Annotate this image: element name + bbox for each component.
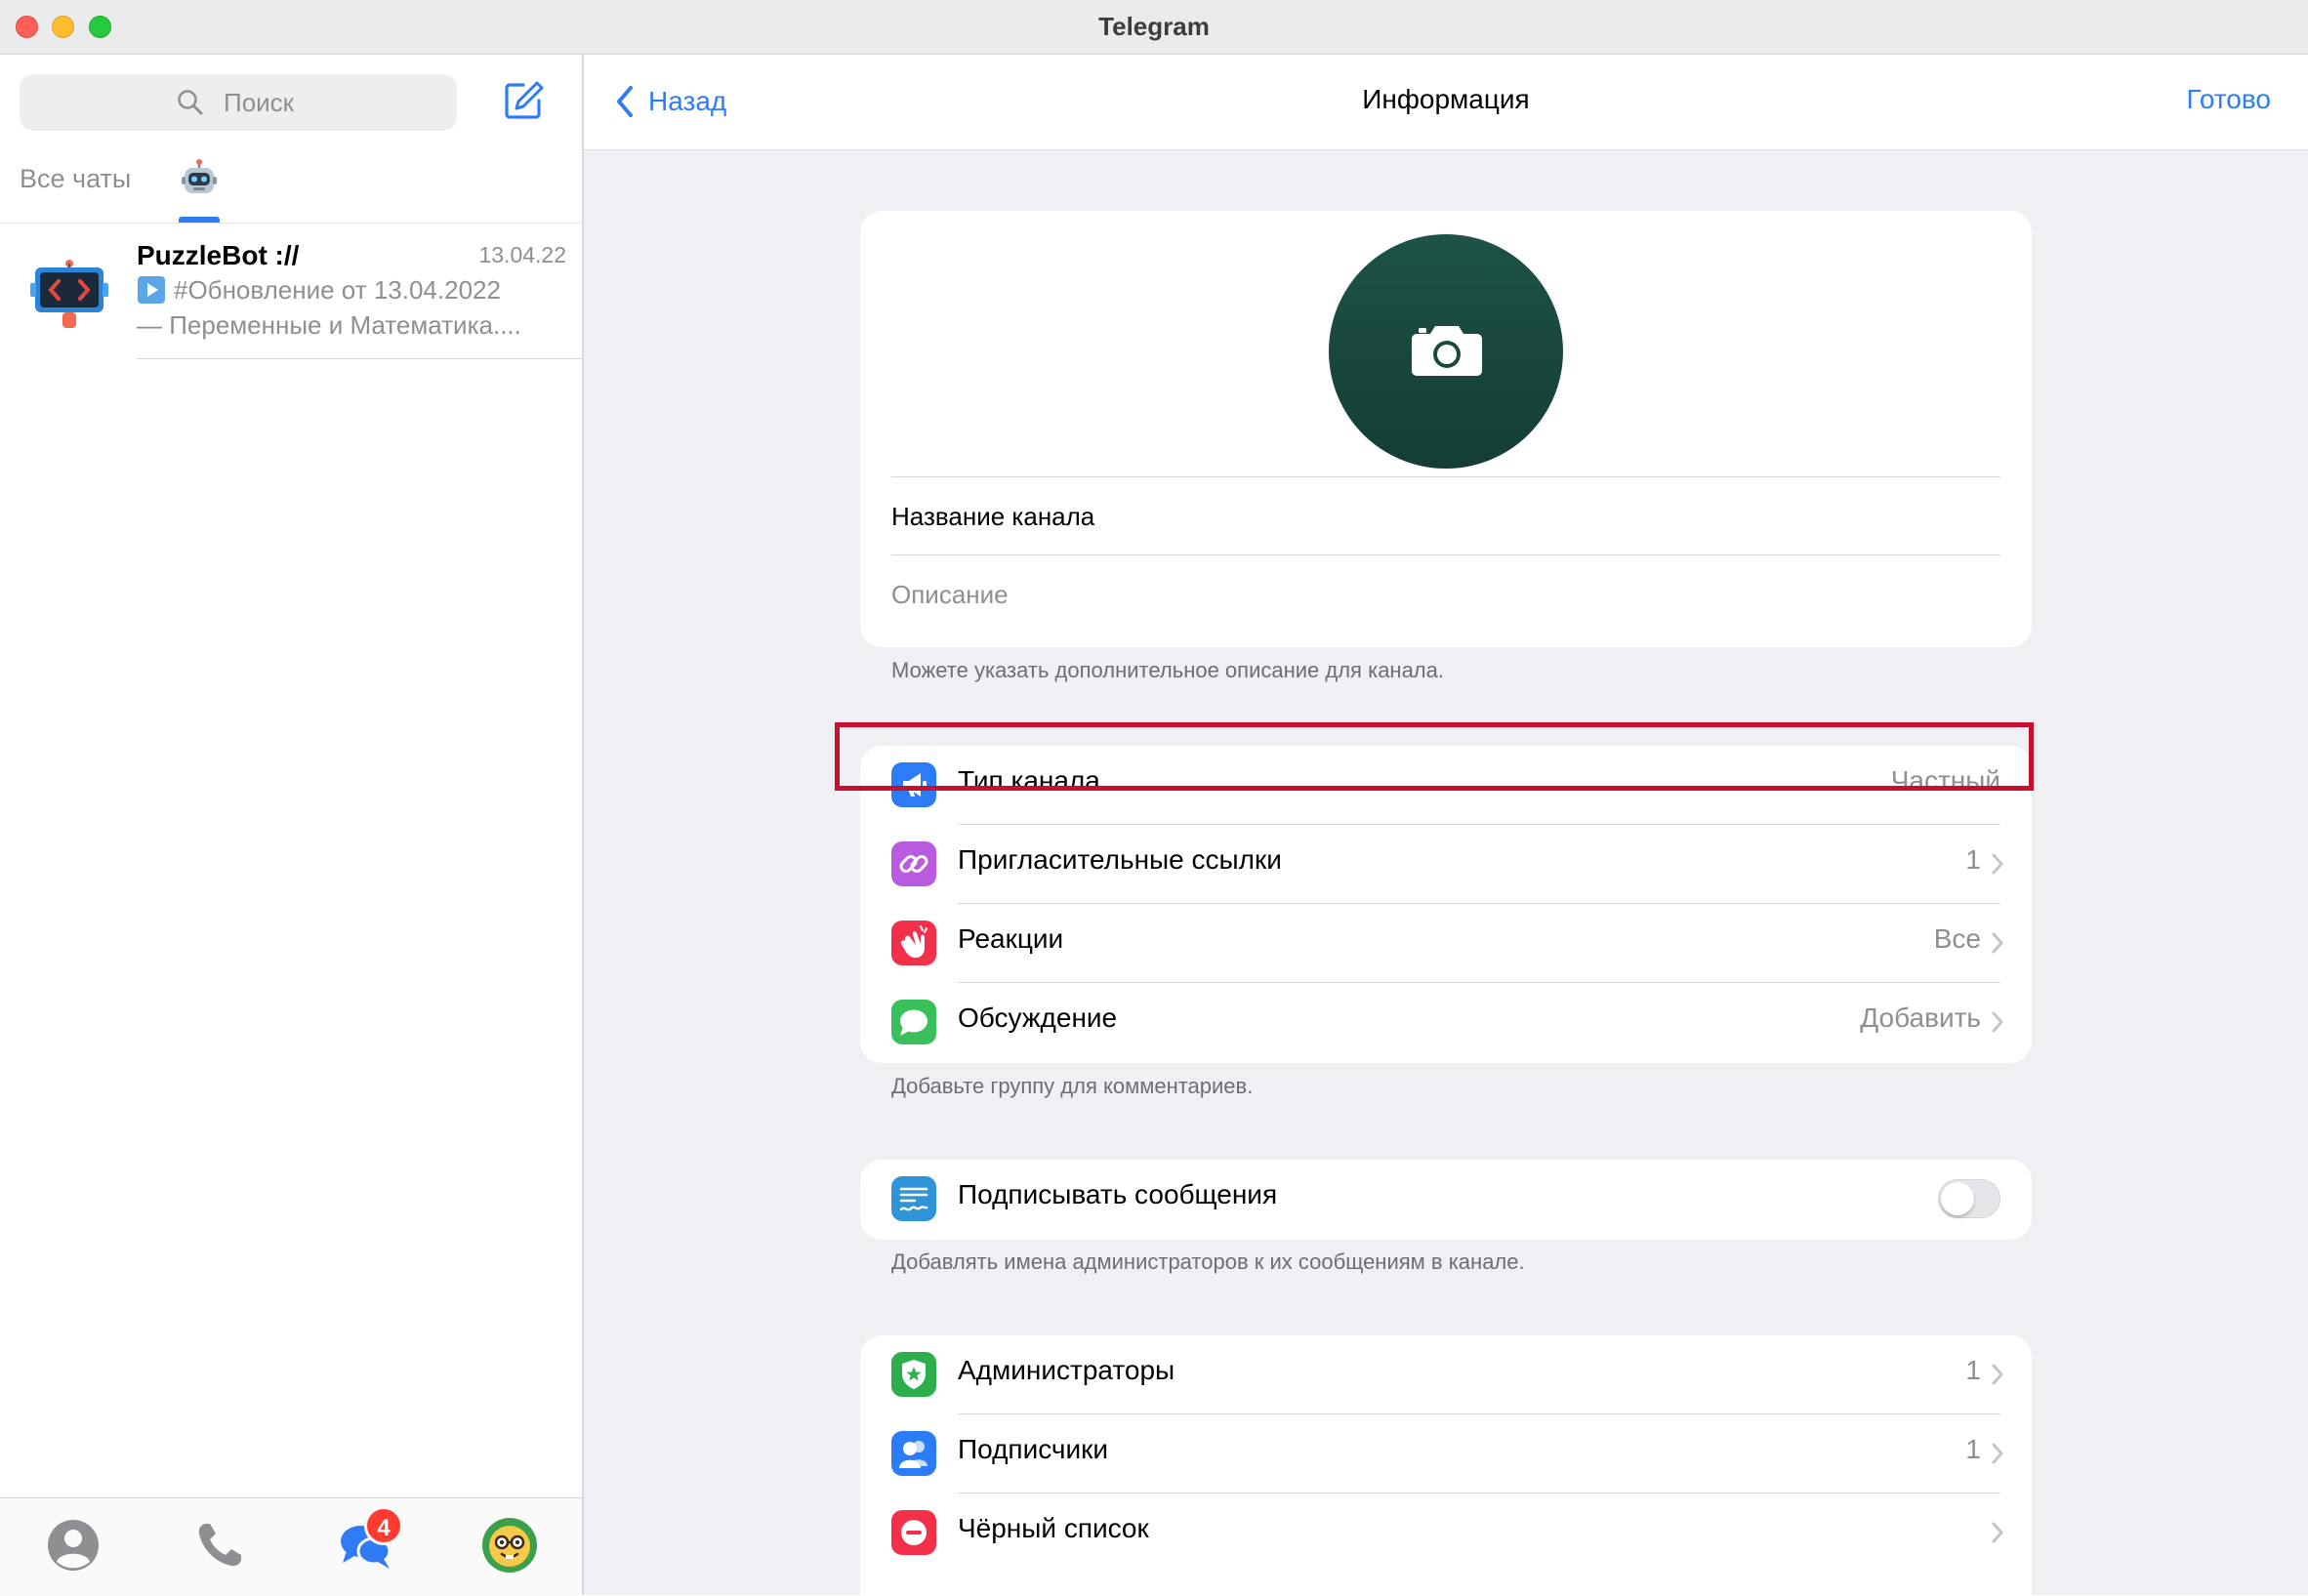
tab-all-chats[interactable]: Все чаты xyxy=(20,164,131,194)
subscribers-row[interactable]: Подписчики 1 xyxy=(860,1414,2032,1494)
camera-icon xyxy=(1412,326,1482,376)
sign-messages-row[interactable]: Подписывать сообщения xyxy=(860,1160,2032,1239)
compose-icon[interactable] xyxy=(502,79,545,122)
reactions-value: Все xyxy=(1933,923,1981,954)
toggle-knob xyxy=(1941,1182,1974,1215)
chat-name: PuzzleBot :// xyxy=(137,240,300,270)
unread-badge: 4 xyxy=(364,1506,403,1545)
chevron-right-icon xyxy=(1992,932,2003,954)
channel-type-row[interactable]: Тип канала Частный xyxy=(860,746,2032,825)
reactions-row[interactable]: Реакции Все xyxy=(860,904,2032,983)
search-input[interactable]: Поиск xyxy=(20,74,457,131)
robot-emoji-icon[interactable] xyxy=(179,158,220,199)
channel-settings-card: Тип канала Частный Пригласительные ссылк… xyxy=(860,746,2032,1063)
search-icon xyxy=(178,90,203,115)
clap-icon xyxy=(891,921,936,965)
speech-bubble-icon xyxy=(891,1000,936,1044)
sign-messages-toggle[interactable] xyxy=(1938,1179,2000,1218)
channel-name-field[interactable]: Название канала xyxy=(891,476,2000,555)
bottom-tab-bar: 4 xyxy=(0,1497,582,1596)
sidebar: Поиск Все чаты PuzzleBot:// 13.04.22 #О… xyxy=(0,55,584,1596)
search-placeholder: Поиск xyxy=(224,88,295,117)
calls-icon[interactable] xyxy=(190,1516,249,1575)
megaphone-icon xyxy=(891,762,936,807)
set-photo-button[interactable] xyxy=(1329,234,1563,469)
link-icon xyxy=(891,841,936,886)
page-title: Информация xyxy=(1362,84,1530,114)
administrators-count: 1 xyxy=(1965,1355,1981,1385)
description-field[interactable]: Описание xyxy=(891,554,2000,634)
puzzlebot-avatar xyxy=(30,260,108,328)
chat-preview-line-2: — Переменные и Математика.... xyxy=(137,310,521,340)
signature-icon xyxy=(891,1176,936,1221)
channel-profile-card: Название канала Описание xyxy=(860,211,2032,647)
window-title: Telegram xyxy=(1098,12,1210,41)
minus-circle-icon xyxy=(891,1510,936,1555)
subscribers-label: Подписчики xyxy=(958,1434,1109,1464)
chevron-right-icon xyxy=(1992,1364,2003,1385)
channel-type-label: Тип канала xyxy=(958,765,1100,796)
chat-preview-text-1: #Обновление от 13.04.2022 xyxy=(174,275,501,305)
invite-links-label: Пригласительные ссылки xyxy=(958,844,1282,875)
video-preview-icon xyxy=(138,276,165,304)
chevron-right-icon xyxy=(1992,1443,2003,1464)
window-titlebar: Telegram xyxy=(0,0,2308,55)
blacklist-label: Чёрный список xyxy=(958,1513,1149,1543)
discussion-hint: Добавьте группу для комментариев. xyxy=(891,1074,1254,1098)
chat-folder-tabs: Все чаты xyxy=(0,152,582,224)
discussion-row[interactable]: Обсуждение Добавить xyxy=(860,983,2032,1062)
discussion-label: Обсуждение xyxy=(958,1003,1118,1033)
chat-divider xyxy=(137,358,582,359)
administrators-row[interactable]: Администраторы 1 xyxy=(860,1335,2032,1414)
chat-date: 13.04.22 xyxy=(478,242,566,267)
subscribers-count: 1 xyxy=(1965,1434,1981,1464)
description-hint: Можете указать дополнительное описание д… xyxy=(891,658,1444,682)
navigation-bar: Назад Информация Готово xyxy=(584,55,2308,150)
reactions-label: Реакции xyxy=(958,923,1064,954)
channel-type-value: Частный xyxy=(1890,765,2000,796)
sign-messages-hint: Добавлять имена администраторов к их соо… xyxy=(891,1249,1525,1274)
info-panel: Назад Информация Готово Название канала … xyxy=(584,55,2308,1595)
chat-preview-line-1: #Обновление от 13.04.2022 xyxy=(137,275,501,306)
settings-icon[interactable] xyxy=(480,1516,539,1575)
invite-links-count: 1 xyxy=(1965,844,1981,875)
people-icon xyxy=(891,1431,936,1476)
sign-messages-label: Подписывать сообщения xyxy=(958,1179,1278,1209)
administrators-label: Администраторы xyxy=(958,1355,1175,1385)
blacklist-row[interactable]: Чёрный список xyxy=(860,1494,2032,1573)
chat-list-item[interactable]: PuzzleBot :// 13.04.22 #Обновление от 13… xyxy=(0,223,582,359)
chevron-right-icon xyxy=(1992,1522,2003,1543)
done-button[interactable]: Готово xyxy=(2187,84,2271,115)
shield-star-icon xyxy=(891,1352,936,1397)
chevron-right-icon xyxy=(1992,1011,2003,1033)
chevron-right-icon xyxy=(1992,853,2003,875)
sign-messages-card: Подписывать сообщения xyxy=(860,1160,2032,1240)
contacts-icon[interactable] xyxy=(44,1516,103,1575)
members-card: Администраторы 1 Подписчики 1 Чёрный спи… xyxy=(860,1335,2032,1595)
discussion-value: Добавить xyxy=(1860,1003,1981,1033)
invite-links-row[interactable]: Пригласительные ссылки 1 xyxy=(860,825,2032,904)
